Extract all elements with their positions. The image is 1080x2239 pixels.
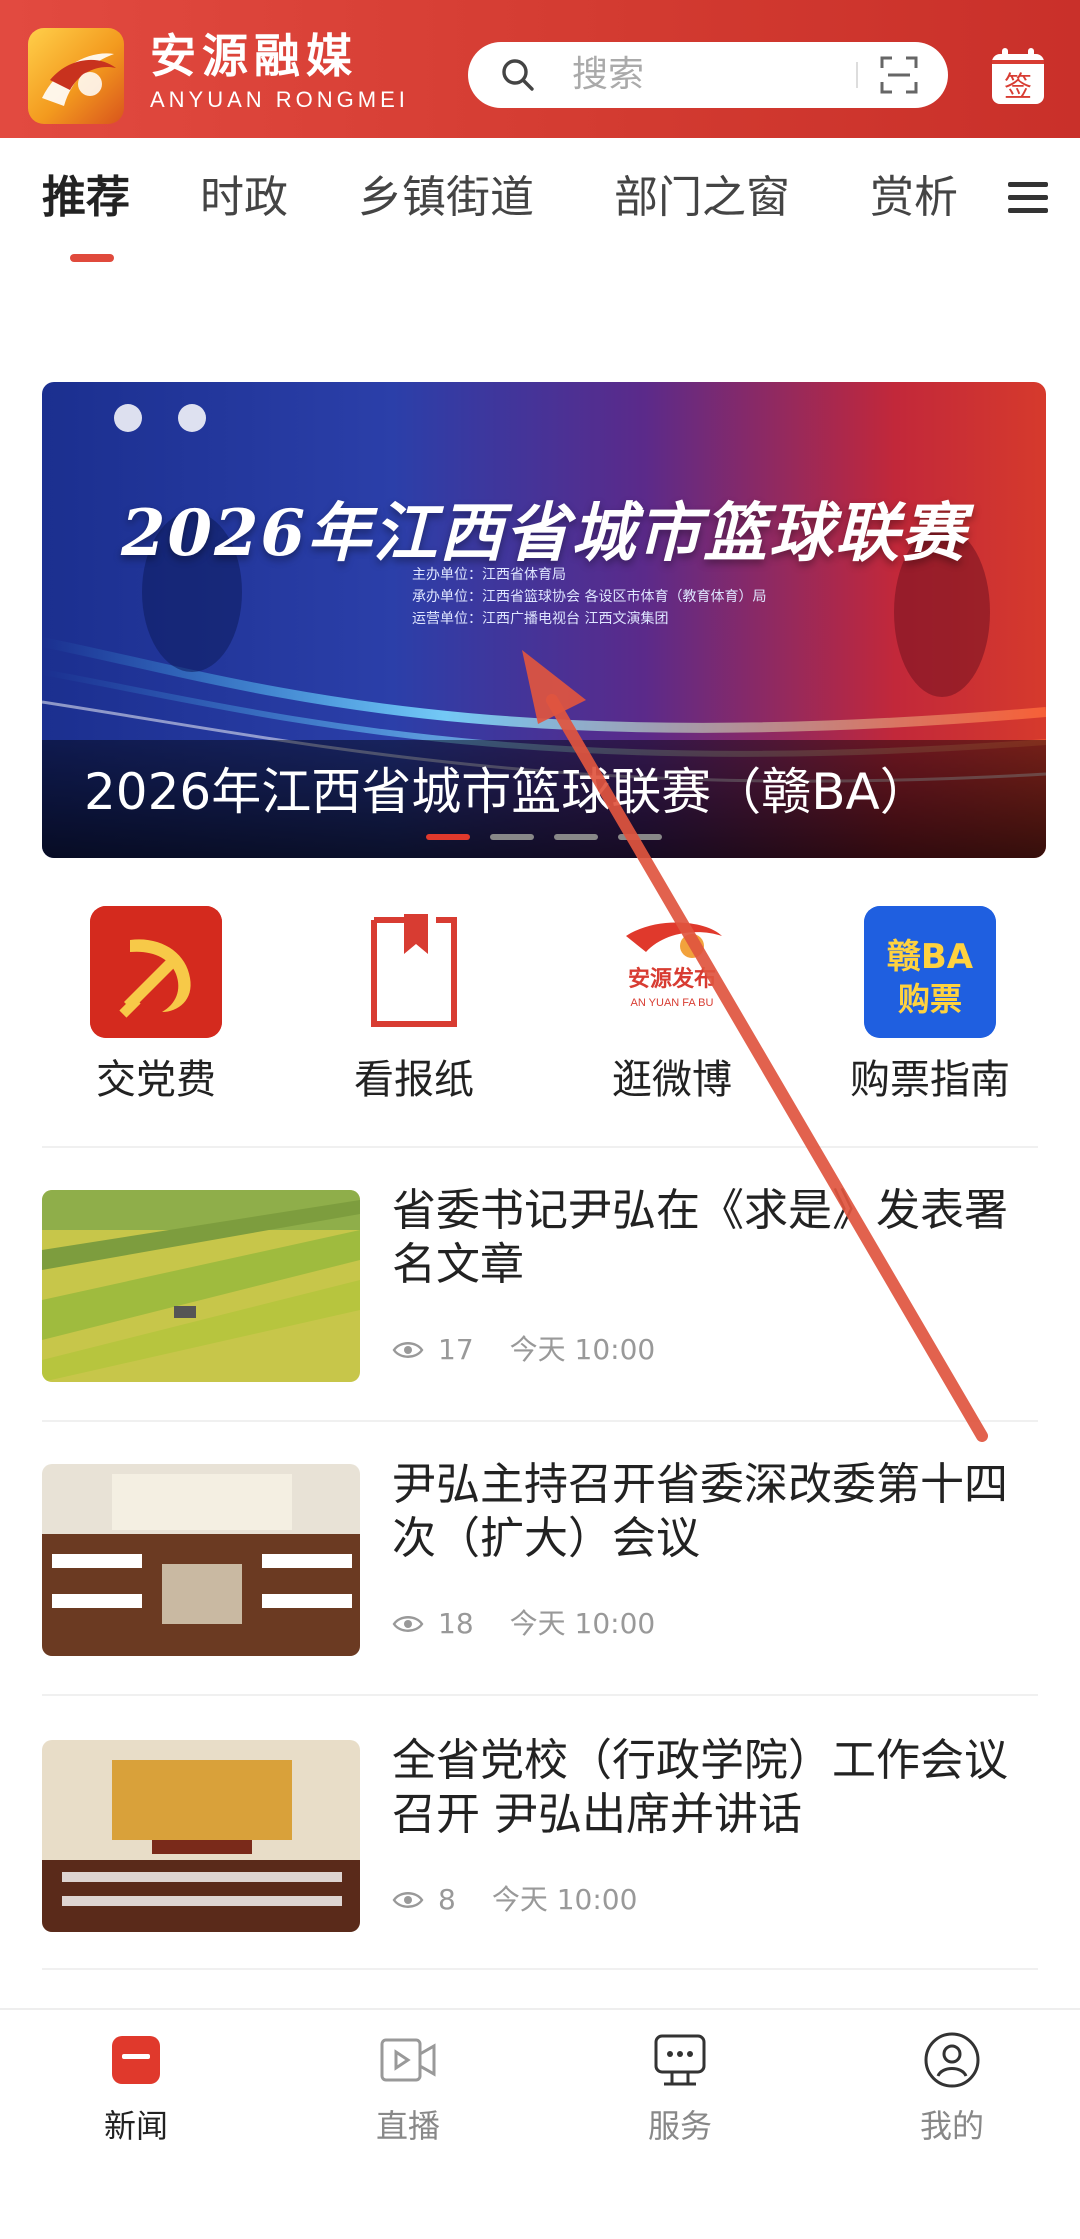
news-thumbnail xyxy=(42,1740,360,1932)
quick-entry-label: 看报纸 xyxy=(354,1057,474,1103)
svg-text:赣BA: 赣BA xyxy=(887,937,974,977)
svg-text:购票: 购票 xyxy=(898,980,962,1018)
eye-icon xyxy=(392,1892,424,1908)
divider xyxy=(42,1694,1038,1696)
sign-label: 签 xyxy=(1004,70,1032,103)
nav-service[interactable]: 服务 xyxy=(600,2030,760,2146)
news-meta: 8 今天 10:00 xyxy=(392,1882,637,1918)
divider xyxy=(42,1146,1038,1148)
svg-text:安源发布: 安源发布 xyxy=(628,966,716,992)
anyuan-fabu-icon: 安源发布 AN YUAN FA BU xyxy=(606,906,738,1038)
publish-time: 今天 10:00 xyxy=(491,1883,638,1916)
publish-time: 今天 10:00 xyxy=(509,1607,656,1640)
carousel-dot[interactable] xyxy=(554,834,598,840)
news-icon xyxy=(112,2036,160,2084)
view-count: 8 xyxy=(438,1883,456,1916)
banner-organizer-line: 运营单位：江西广播电视台 江西文演集团 xyxy=(412,611,669,627)
quick-entry-label: 逛微博 xyxy=(612,1057,732,1103)
search-input[interactable]: 搜索 xyxy=(468,42,948,108)
banner-carousel[interactable]: 2026年江西省城市篮球联赛 主办单位：江西省体育局 承办单位：江西省篮球协会 … xyxy=(42,382,1046,858)
quick-entry-newspaper[interactable]: 看报纸 xyxy=(314,906,514,1104)
view-count: 17 xyxy=(438,1333,474,1366)
menu-icon[interactable] xyxy=(1008,180,1048,216)
app-header: 安源融媒 ANYUAN RONGMEI 搜索 签 xyxy=(0,0,1080,138)
quick-entry-label: 购票指南 xyxy=(850,1057,1010,1103)
news-title: 省委书记尹弘在《求是》发表署名文章 xyxy=(392,1185,1008,1290)
eye-icon xyxy=(392,1342,424,1358)
nav-label: 服务 xyxy=(647,2107,712,2145)
nav-label: 我的 xyxy=(919,2107,984,2145)
nav-profile[interactable]: 我的 xyxy=(872,2030,1032,2146)
party-emblem-icon xyxy=(90,906,222,1038)
video-camera-icon xyxy=(380,2038,436,2082)
nav-label: 直播 xyxy=(375,2107,440,2145)
publish-time: 今天 10:00 xyxy=(509,1333,656,1366)
banner-title: 2026年江西省城市篮球联赛 xyxy=(120,496,968,571)
quick-entry-grid: 交党费 看报纸 安源发布 AN YUAN FA BU 逛微博 赣BA 购票 购票… xyxy=(0,906,1080,1106)
carousel-indicator xyxy=(0,834,1080,844)
quick-entry-tickets[interactable]: 赣BA 购票 购票指南 xyxy=(830,906,1030,1104)
divider xyxy=(42,1420,1038,1422)
app-logo-icon xyxy=(28,28,124,124)
ganba-ticket-icon: 赣BA 购票 xyxy=(864,906,996,1038)
news-item[interactable]: 省委书记尹弘在《求是》发表署名文章 17 今天 10:00 xyxy=(42,1185,1038,1382)
carousel-dot[interactable] xyxy=(426,834,470,840)
nav-live[interactable]: 直播 xyxy=(328,2030,488,2146)
banner-organizer-line: 承办单位：江西省篮球协会 各设区市体育（教育体育）局 xyxy=(412,589,767,605)
quick-entry-weibo[interactable]: 安源发布 AN YUAN FA BU 逛微博 xyxy=(572,906,772,1104)
carousel-dot[interactable] xyxy=(490,834,534,840)
news-item[interactable]: 尹弘主持召开省委深改委第十四次（扩大）会议 18 今天 10:00 xyxy=(42,1459,1038,1656)
tab-politics[interactable]: 时政 xyxy=(200,168,288,228)
search-placeholder: 搜索 xyxy=(572,54,645,95)
news-thumbnail xyxy=(42,1464,360,1656)
search-icon xyxy=(502,59,534,91)
brand-block: 安源融媒 ANYUAN RONGMEI xyxy=(150,28,409,114)
carousel-dot[interactable] xyxy=(618,834,662,840)
eye-icon xyxy=(392,1616,424,1632)
search-divider xyxy=(856,62,858,88)
nav-news[interactable]: 新闻 xyxy=(56,2030,216,2146)
quick-entry-party-fee[interactable]: 交党费 xyxy=(56,906,256,1104)
news-title: 尹弘主持召开省委深改委第十四次（扩大）会议 xyxy=(392,1459,1008,1564)
sign-in-calendar-button[interactable]: 签 xyxy=(990,46,1046,106)
tab-active-indicator xyxy=(70,254,114,262)
news-title: 全省党校（行政学院）工作会议召开 尹弘出席并讲话 xyxy=(392,1735,1008,1840)
tab-appreciation[interactable]: 赏析 xyxy=(870,168,958,228)
brand-name-cn: 安源融媒 xyxy=(150,29,358,83)
news-thumbnail xyxy=(42,1190,360,1382)
banner-organizer-line: 主办单位：江西省体育局 xyxy=(412,567,566,583)
calendar-icon: 签 xyxy=(992,48,1044,104)
news-meta: 17 今天 10:00 xyxy=(392,1332,655,1368)
nav-label: 新闻 xyxy=(103,2107,168,2145)
news-meta: 18 今天 10:00 xyxy=(392,1606,655,1642)
user-icon xyxy=(924,2032,980,2088)
banner-organizers: 主办单位：江西省体育局 承办单位：江西省篮球协会 各设区市体育（教育体育）局 运… xyxy=(412,564,766,630)
scan-icon[interactable] xyxy=(880,56,918,94)
news-item[interactable]: 全省党校（行政学院）工作会议召开 尹弘出席并讲话 8 今天 10:00 xyxy=(42,1735,1038,1932)
quick-entry-label: 交党费 xyxy=(96,1057,216,1103)
banner-caption: 2026年江西省城市篮球联赛（赣BA） xyxy=(84,763,930,821)
svg-text:AN YUAN FA BU: AN YUAN FA BU xyxy=(631,997,714,1009)
divider xyxy=(42,1968,1038,1970)
category-tabs: 推荐 时政 乡镇街道 部门之窗 赏析 xyxy=(0,138,1080,268)
view-count: 18 xyxy=(438,1607,474,1640)
service-chat-icon xyxy=(654,2034,706,2086)
tab-recommend[interactable]: 推荐 xyxy=(42,168,130,228)
bottom-navigation: 新闻 直播 服务 我的 xyxy=(0,2008,1080,2239)
tab-departments[interactable]: 部门之窗 xyxy=(614,168,790,228)
bookmark-icon xyxy=(348,906,480,1038)
brand-name-en: ANYUAN RONGMEI xyxy=(150,87,409,112)
tab-towns[interactable]: 乡镇街道 xyxy=(358,168,534,228)
